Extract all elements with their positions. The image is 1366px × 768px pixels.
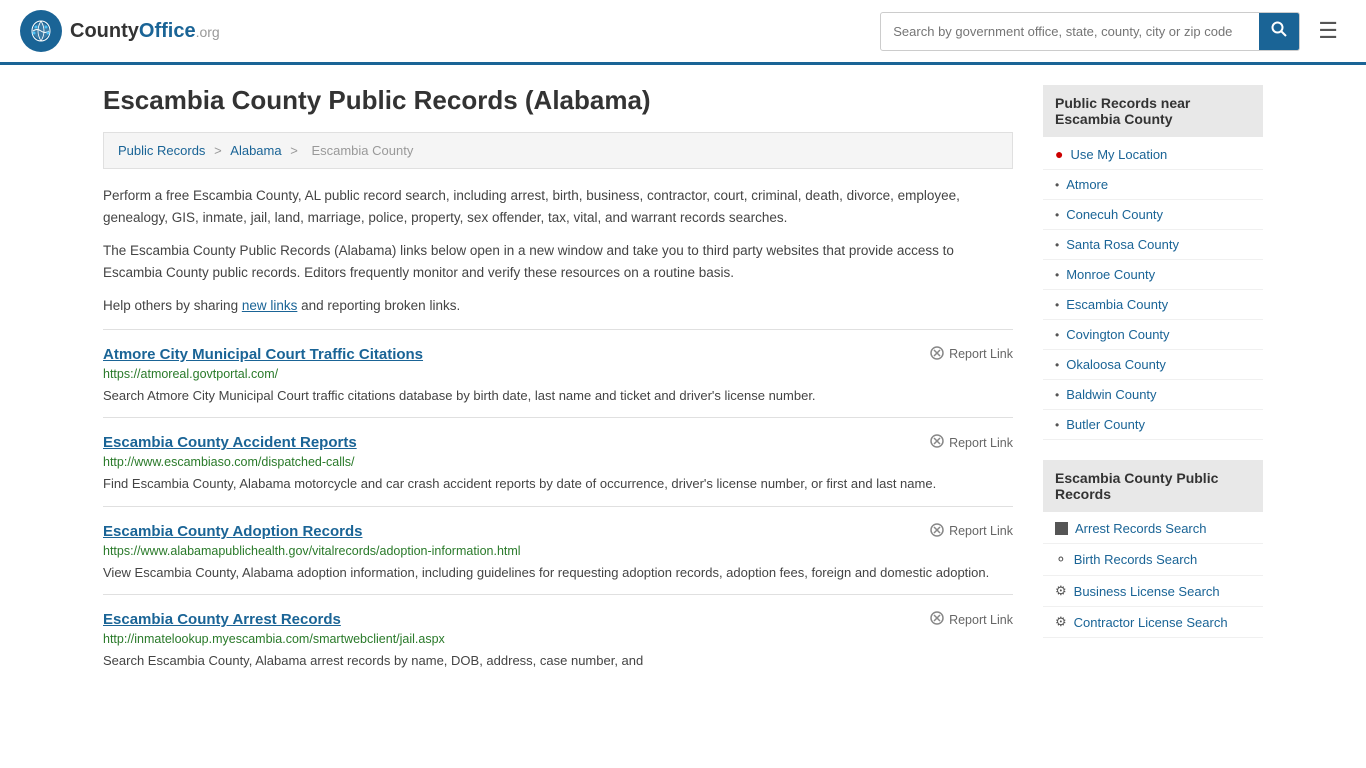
content-area: Escambia County Public Records (Alabama)… (103, 85, 1013, 683)
link-icon-4: • (1055, 268, 1059, 282)
record-title-0[interactable]: Atmore City Municipal Court Traffic Cita… (103, 346, 423, 363)
new-links-link[interactable]: new links (242, 298, 298, 313)
logo-text: CountyOffice.org (70, 20, 220, 43)
record-url-3: http://inmatelookup.myescambia.com/smart… (103, 632, 1013, 646)
nearby-item-0[interactable]: ● Use My Location (1043, 139, 1263, 170)
breadcrumb: Public Records > Alabama > Escambia Coun… (103, 132, 1013, 169)
record-entry: Escambia County Accident Reports Report … (103, 417, 1013, 506)
nearby-link-5[interactable]: Escambia County (1066, 297, 1168, 312)
link-icon-6: • (1055, 328, 1059, 342)
record-desc-3: Search Escambia County, Alabama arrest r… (103, 651, 1013, 671)
nearby-item-2[interactable]: • Conecuh County (1043, 200, 1263, 230)
nearby-link-0[interactable]: Use My Location (1070, 147, 1167, 162)
gear-icon-2: ⚙ (1055, 583, 1067, 599)
nearby-item-1[interactable]: • Atmore (1043, 170, 1263, 200)
report-link-label-1: Report Link (949, 436, 1013, 450)
public-records-section: Escambia County Public Records Arrest Re… (1043, 460, 1263, 638)
record-desc-2: View Escambia County, Alabama adoption i… (103, 563, 1013, 583)
public-records-header: Escambia County Public Records (1043, 460, 1263, 512)
page-title: Escambia County Public Records (Alabama) (103, 85, 1013, 116)
record-desc-1: Find Escambia County, Alabama motorcycle… (103, 474, 1013, 494)
hamburger-menu-icon[interactable]: ☰ (1310, 14, 1346, 48)
logo-area: CountyOffice.org (20, 10, 220, 52)
nearby-item-4[interactable]: • Monroe County (1043, 260, 1263, 290)
nearby-item-6[interactable]: • Covington County (1043, 320, 1263, 350)
nearby-link-1[interactable]: Atmore (1066, 177, 1108, 192)
report-link-0[interactable]: Report Link (930, 346, 1013, 363)
public-record-link-0[interactable]: Arrest Records Search (1075, 521, 1207, 536)
nearby-item-5[interactable]: • Escambia County (1043, 290, 1263, 320)
record-title-1[interactable]: Escambia County Accident Reports (103, 434, 357, 451)
report-link-label-3: Report Link (949, 613, 1013, 627)
gear-icon-3: ⚙ (1055, 614, 1067, 630)
public-record-item-1[interactable]: ⚬ Birth Records Search (1043, 544, 1263, 576)
link-icon-9: • (1055, 418, 1059, 432)
report-link-1[interactable]: Report Link (930, 434, 1013, 451)
record-url-0: https://atmoreal.govtportal.com/ (103, 367, 1013, 381)
nearby-items-list: ● Use My Location • Atmore • Conecuh County • S… (1043, 139, 1263, 440)
link-icon-8: • (1055, 388, 1059, 402)
report-link-icon-2 (930, 523, 944, 540)
report-link-3[interactable]: Report Link (930, 611, 1013, 628)
search-input[interactable] (881, 16, 1259, 47)
logo-icon (20, 10, 62, 52)
link-icon-5: • (1055, 298, 1059, 312)
description-2: The Escambia County Public Records (Alab… (103, 240, 1013, 283)
breadcrumb-alabama[interactable]: Alabama (230, 143, 281, 158)
breadcrumb-current: Escambia County (311, 143, 413, 158)
nearby-section: Public Records near Escambia County ● Use… (1043, 85, 1263, 440)
report-link-icon-1 (930, 434, 944, 451)
report-link-label-0: Report Link (949, 347, 1013, 361)
nearby-header: Public Records near Escambia County (1043, 85, 1263, 137)
link-icon-1: • (1055, 178, 1059, 192)
public-record-link-2[interactable]: Business License Search (1074, 584, 1220, 599)
public-record-item-0[interactable]: Arrest Records Search (1043, 514, 1263, 544)
nearby-item-3[interactable]: • Santa Rosa County (1043, 230, 1263, 260)
nearby-link-2[interactable]: Conecuh County (1066, 207, 1163, 222)
main-container: Escambia County Public Records (Alabama)… (83, 65, 1283, 703)
record-title-2[interactable]: Escambia County Adoption Records (103, 523, 362, 540)
records-list: Atmore City Municipal Court Traffic Cita… (103, 329, 1013, 683)
nearby-link-3[interactable]: Santa Rosa County (1066, 237, 1179, 252)
record-entry: Escambia County Arrest Records Report Li… (103, 594, 1013, 683)
link-icon-3: • (1055, 238, 1059, 252)
record-desc-0: Search Atmore City Municipal Court traff… (103, 386, 1013, 406)
link-icon-2: • (1055, 208, 1059, 222)
public-record-link-3[interactable]: Contractor License Search (1074, 615, 1228, 630)
square-icon-0 (1055, 522, 1068, 535)
record-entry: Escambia County Adoption Records Report … (103, 506, 1013, 595)
nearby-link-4[interactable]: Monroe County (1066, 267, 1155, 282)
breadcrumb-public-records[interactable]: Public Records (118, 143, 205, 158)
report-link-2[interactable]: Report Link (930, 523, 1013, 540)
nearby-link-8[interactable]: Baldwin County (1066, 387, 1156, 402)
description-1: Perform a free Escambia County, AL publi… (103, 185, 1013, 228)
nearby-item-8[interactable]: • Baldwin County (1043, 380, 1263, 410)
report-link-icon-0 (930, 346, 944, 363)
report-link-icon-3 (930, 611, 944, 628)
record-url-2: https://www.alabamapublichealth.gov/vita… (103, 544, 1013, 558)
nearby-link-7[interactable]: Okaloosa County (1066, 357, 1166, 372)
description-3: Help others by sharing new links and rep… (103, 295, 1013, 317)
nearby-item-7[interactable]: • Okaloosa County (1043, 350, 1263, 380)
record-url-1: http://www.escambiaso.com/dispatched-cal… (103, 455, 1013, 469)
search-button[interactable] (1259, 13, 1299, 50)
search-bar (880, 12, 1300, 51)
nearby-link-9[interactable]: Butler County (1066, 417, 1145, 432)
public-records-items-list: Arrest Records Search ⚬ Birth Records Sear… (1043, 514, 1263, 638)
nearby-item-9[interactable]: • Butler County (1043, 410, 1263, 440)
nearby-link-6[interactable]: Covington County (1066, 327, 1169, 342)
public-record-link-1[interactable]: Birth Records Search (1074, 552, 1198, 567)
public-record-item-3[interactable]: ⚙ Contractor License Search (1043, 607, 1263, 638)
report-link-label-2: Report Link (949, 524, 1013, 538)
record-title-3[interactable]: Escambia County Arrest Records (103, 611, 341, 628)
site-header: CountyOffice.org ☰ (0, 0, 1366, 65)
record-entry: Atmore City Municipal Court Traffic Cita… (103, 329, 1013, 418)
public-record-item-2[interactable]: ⚙ Business License Search (1043, 576, 1263, 607)
person-icon-1: ⚬ (1055, 551, 1067, 568)
location-icon: ● (1055, 146, 1063, 162)
link-icon-7: • (1055, 358, 1059, 372)
header-right: ☰ (880, 12, 1346, 51)
sidebar: Public Records near Escambia County ● Use… (1043, 85, 1263, 683)
